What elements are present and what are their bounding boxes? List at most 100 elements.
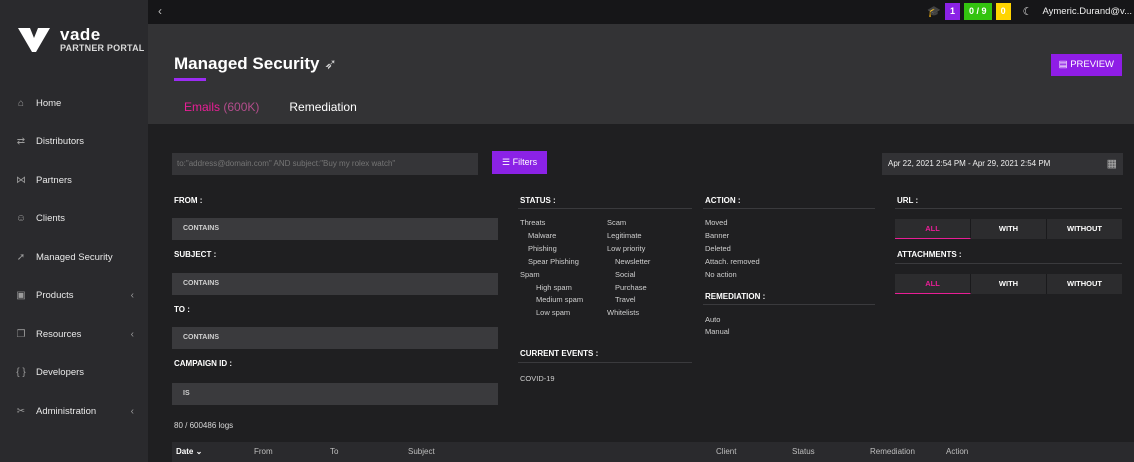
campaign-field[interactable]: IS	[172, 383, 498, 405]
url-all-option[interactable]: ALL	[895, 219, 971, 239]
sidebar-item-label: Clients	[36, 213, 66, 225]
sidebar-item-products[interactable]: ▣ Products ‹	[0, 277, 148, 316]
calendar-icon[interactable]: ▦	[1107, 153, 1117, 175]
resources-icon: ❐	[16, 328, 26, 340]
page-header: Managed Security ➶ ▤ PREVIEW Emails (600…	[148, 24, 1134, 124]
action-option[interactable]: Attach. removed	[705, 257, 760, 266]
status-option[interactable]: Newsletter	[615, 257, 650, 266]
status-option[interactable]: Phishing	[528, 244, 557, 253]
page-title: Managed Security ➶	[174, 54, 337, 74]
action-divider	[703, 208, 875, 209]
developers-icon: { }	[16, 367, 26, 379]
url-segmented-control: ALL WITH WITHOUT	[895, 219, 1122, 239]
date-range-picker[interactable]: Apr 22, 2021 2:54 PM - Apr 29, 2021 2:54…	[882, 153, 1123, 175]
status-option[interactable]: Spam	[520, 270, 540, 279]
collapse-sidebar-icon[interactable]: ‹	[158, 4, 162, 18]
filters-icon: ☰	[502, 157, 511, 167]
user-menu[interactable]: Aymeric.Durand@v...	[1042, 6, 1134, 17]
remediation-divider	[703, 304, 875, 305]
sidebar-item-resources[interactable]: ❐ Resources ‹	[0, 315, 148, 354]
title-underline	[174, 78, 206, 81]
sidebar-item-label: Partners	[36, 174, 72, 186]
current-events-divider	[518, 362, 692, 363]
url-with-option[interactable]: WITH	[971, 219, 1047, 239]
status-option[interactable]: Purchase	[615, 283, 647, 292]
remediation-option-manual[interactable]: Manual	[705, 327, 730, 336]
status-option[interactable]: Low priority	[607, 244, 645, 253]
attachments-segmented-control: ALL WITH WITHOUT	[895, 274, 1122, 294]
sidebar-item-label: Managed Security	[36, 251, 113, 263]
attachments-title: ATTACHMENTS :	[897, 250, 962, 259]
status-option[interactable]: High spam	[536, 283, 572, 292]
action-option[interactable]: Moved	[705, 218, 728, 227]
col-action[interactable]: Action	[946, 447, 968, 456]
sidebar-item-administration[interactable]: ✂ Administration ‹	[0, 392, 148, 431]
tab-remediation[interactable]: Remediation	[289, 100, 356, 114]
col-from[interactable]: From	[254, 447, 273, 456]
url-without-option[interactable]: WITHOUT	[1047, 219, 1122, 239]
sidebar-item-label: Home	[36, 97, 62, 109]
attachments-with-option[interactable]: WITH	[971, 274, 1047, 294]
status-option[interactable]: Malware	[528, 231, 556, 240]
tab-emails[interactable]: Emails (600K)	[184, 100, 259, 114]
to-field[interactable]: CONTAINS	[172, 327, 498, 349]
subject-field[interactable]: CONTAINS	[172, 273, 498, 295]
badge-purple[interactable]: 1	[945, 3, 961, 20]
status-option[interactable]: Spear Phishing	[528, 257, 579, 266]
badge-green[interactable]: 0 / 9	[964, 3, 992, 20]
sidebar-item-label: Distributors	[36, 136, 85, 148]
col-date[interactable]: Date ⌄	[176, 447, 202, 456]
main-content: ☰ Filters Apr 22, 2021 2:54 PM - Apr 29,…	[148, 124, 1134, 462]
col-subject[interactable]: Subject	[408, 447, 435, 456]
status-option[interactable]: Legitimate	[607, 231, 642, 240]
partners-icon: ⋈	[16, 174, 26, 186]
badge-yellow[interactable]: 0	[995, 3, 1011, 20]
preview-button[interactable]: ▤ PREVIEW	[1050, 54, 1122, 76]
status-option[interactable]: Travel	[615, 295, 636, 304]
logo[interactable]: vade PARTNER PORTAL	[16, 24, 144, 54]
status-option[interactable]: Medium spam	[536, 295, 583, 304]
current-event-option[interactable]: COVID-19	[520, 374, 555, 383]
moon-icon[interactable]: ☾	[1023, 5, 1033, 18]
app: vade PARTNER PORTAL ⌂ Home ⇄ Distributors ⋈ P…	[0, 0, 1134, 462]
sidebar-item-clients[interactable]: ☺ Clients	[0, 200, 148, 239]
brand-subtitle: PARTNER PORTAL	[60, 42, 145, 53]
status-option[interactable]: Threats	[520, 218, 545, 227]
status-option[interactable]: Low spam	[536, 308, 570, 317]
sidebar-item-developers[interactable]: { } Developers	[0, 354, 148, 393]
table-header: Date ⌄ From To Subject Client Status Rem…	[172, 442, 1134, 462]
attachments-divider	[895, 263, 1122, 264]
campaign-title: CAMPAIGN ID :	[174, 359, 233, 368]
col-date-label: Date	[176, 447, 194, 456]
tab-emails-count: (600K)	[223, 100, 260, 114]
action-option[interactable]: Banner	[705, 231, 729, 240]
filters-button[interactable]: ☰ Filters	[492, 151, 548, 174]
status-option[interactable]: Social	[615, 270, 635, 279]
sidebar-item-label: Products	[36, 290, 74, 302]
filters-label: Filters	[512, 157, 538, 167]
attachments-without-option[interactable]: WITHOUT	[1047, 274, 1122, 294]
managed-security-icon: ➚	[16, 251, 26, 263]
status-option[interactable]: Whitelists	[607, 308, 639, 317]
preview-icon: ▤	[1058, 59, 1068, 70]
status-option[interactable]: Scam	[607, 218, 626, 227]
action-title: ACTION :	[705, 196, 741, 205]
sidebar-item-managed-security[interactable]: ➚ Managed Security	[0, 238, 148, 277]
attachments-all-option[interactable]: ALL	[895, 274, 971, 294]
search-input[interactable]	[172, 153, 478, 175]
sort-down-icon: ⌄	[195, 447, 203, 456]
col-status[interactable]: Status	[792, 447, 815, 456]
col-client[interactable]: Client	[716, 447, 736, 456]
sidebar-item-home[interactable]: ⌂ Home	[0, 84, 148, 123]
col-to[interactable]: To	[330, 447, 338, 456]
sidebar-item-partners[interactable]: ⋈ Partners	[0, 161, 148, 200]
action-option[interactable]: Deleted	[705, 244, 731, 253]
action-option[interactable]: No action	[705, 270, 737, 279]
from-field[interactable]: CONTAINS	[172, 218, 498, 240]
graduation-cap-icon[interactable]: 🎓	[927, 5, 941, 18]
topbar: ‹ 🎓 1 0 / 9 0 ☾ Aymeric.Durand@v...	[148, 0, 1134, 24]
col-remediation[interactable]: Remediation	[870, 447, 915, 456]
sidebar-item-distributors[interactable]: ⇄ Distributors	[0, 123, 148, 162]
remediation-option-auto[interactable]: Auto	[705, 315, 720, 324]
vade-logo-icon	[18, 28, 50, 52]
